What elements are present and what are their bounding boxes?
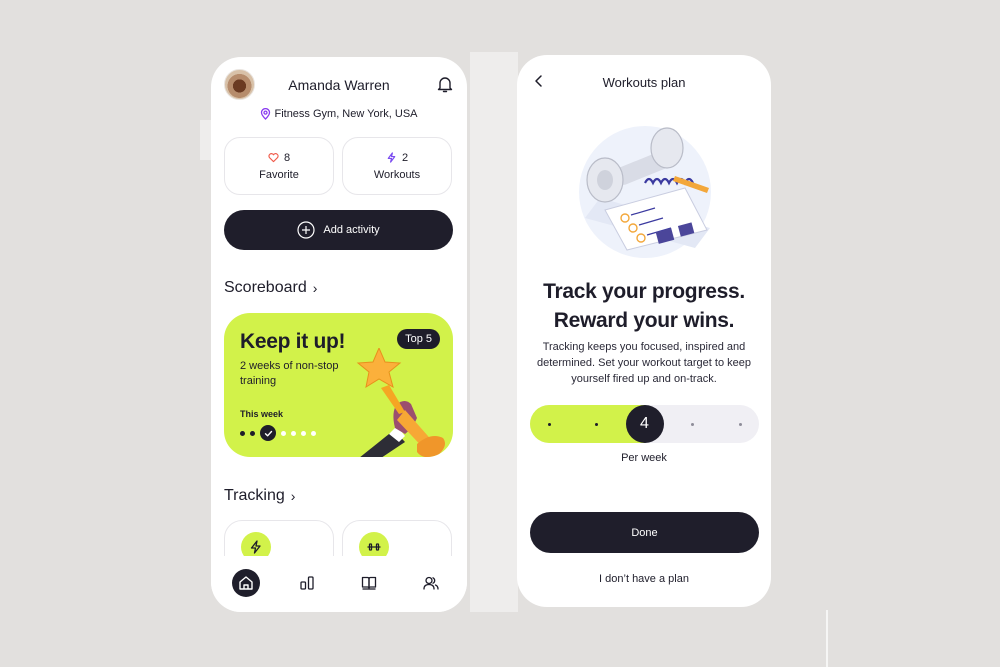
- rank-badge: Top 5: [397, 329, 440, 349]
- no-plan-link[interactable]: I don’t have a plan: [517, 573, 771, 585]
- book-icon: [361, 576, 377, 590]
- favorite-stat-card[interactable]: 8 Favorite: [224, 137, 334, 195]
- headline-line-2: Reward your wins.: [553, 309, 735, 332]
- bell-icon[interactable]: [437, 76, 453, 93]
- check-icon: [264, 430, 272, 436]
- slider-step[interactable]: [721, 405, 759, 443]
- heart-icon: [268, 153, 279, 163]
- tracking-title: Tracking: [224, 487, 285, 504]
- slider-step-dot: [690, 422, 694, 426]
- workouts-per-week-slider[interactable]: 4: [530, 405, 759, 443]
- lightning-icon: [250, 540, 261, 554]
- headline: Track your progress. Reward your wins.: [517, 277, 771, 335]
- users-icon: [423, 576, 439, 590]
- tab-library[interactable]: [355, 569, 383, 597]
- week-dot-upcoming: [311, 430, 316, 436]
- location-text: Fitness Gym, New York, USA: [274, 108, 418, 120]
- done-label: Done: [631, 526, 658, 539]
- this-week-label: This week: [240, 409, 284, 419]
- week-dot-completed: [240, 430, 245, 436]
- slider-step-dot: [547, 422, 551, 426]
- per-week-label: Per week: [621, 452, 667, 464]
- workouts-label: Workouts: [373, 168, 421, 181]
- background-shape: [826, 610, 828, 667]
- trophy-illustration: [356, 348, 445, 457]
- workouts-plan-screen: Workouts plan Track your progress. Rewar…: [517, 55, 771, 607]
- bar-chart-icon: [300, 576, 314, 590]
- description: Tracking keeps you focused, inspired and…: [536, 341, 751, 385]
- slider-step-dot: [738, 422, 742, 426]
- background-shape: [470, 52, 518, 612]
- workouts-stat-card[interactable]: 2 Workouts: [342, 137, 452, 195]
- tab-home[interactable]: [232, 569, 260, 597]
- location-pin-icon: [261, 108, 271, 120]
- slider-step-dot: [595, 422, 599, 426]
- chevron-right-icon: ›: [312, 280, 318, 296]
- add-activity-label: Add activity: [323, 224, 380, 236]
- profile-header: Amanda Warren: [211, 57, 467, 113]
- add-activity-button[interactable]: Add activity: [224, 210, 453, 250]
- workouts-count: 2: [401, 151, 409, 164]
- scoreboard-title: Scoreboard: [224, 279, 307, 296]
- home-icon: [239, 576, 253, 590]
- bottom-tab-bar: [211, 556, 467, 612]
- week-dot-completed: [250, 430, 255, 436]
- location: Fitness Gym, New York, USA: [211, 108, 467, 120]
- scoreboard-link[interactable]: Scoreboard ›: [224, 279, 317, 297]
- slider-knob[interactable]: 4: [625, 405, 664, 443]
- done-button[interactable]: Done: [530, 512, 759, 553]
- slider-step[interactable]: [530, 405, 568, 443]
- user-name: Amanda Warren: [288, 77, 390, 93]
- profile-screen: Amanda Warren Fitness Gym, New York, USA…: [211, 57, 467, 612]
- favorite-count: 8: [283, 151, 291, 164]
- favorite-label: Favorite: [259, 168, 299, 181]
- scoreboard-card[interactable]: Keep it up! 2 weeks of non-stop training…: [224, 313, 453, 457]
- plus-circle-icon: [297, 221, 315, 239]
- scoreboard-card-title: Keep it up!: [240, 330, 346, 353]
- chevron-right-icon: ›: [290, 488, 296, 504]
- tab-stats[interactable]: [293, 569, 321, 597]
- tab-community[interactable]: [417, 569, 445, 597]
- week-dot-upcoming: [281, 430, 286, 436]
- headline-line-1: Track your progress.: [543, 280, 745, 303]
- week-dot-current: [260, 425, 276, 441]
- dumbbell-icon: [367, 543, 381, 551]
- slider-step[interactable]: [673, 405, 711, 443]
- tracking-link[interactable]: Tracking ›: [224, 487, 295, 505]
- screen-title: Workouts plan: [602, 75, 686, 90]
- workout-plan-illustration: [579, 126, 711, 258]
- slider-step[interactable]: [578, 405, 616, 443]
- week-dot-upcoming: [301, 430, 306, 436]
- week-progress-dots: [240, 425, 316, 441]
- week-dot-upcoming: [291, 430, 296, 436]
- lightning-icon: [387, 152, 396, 163]
